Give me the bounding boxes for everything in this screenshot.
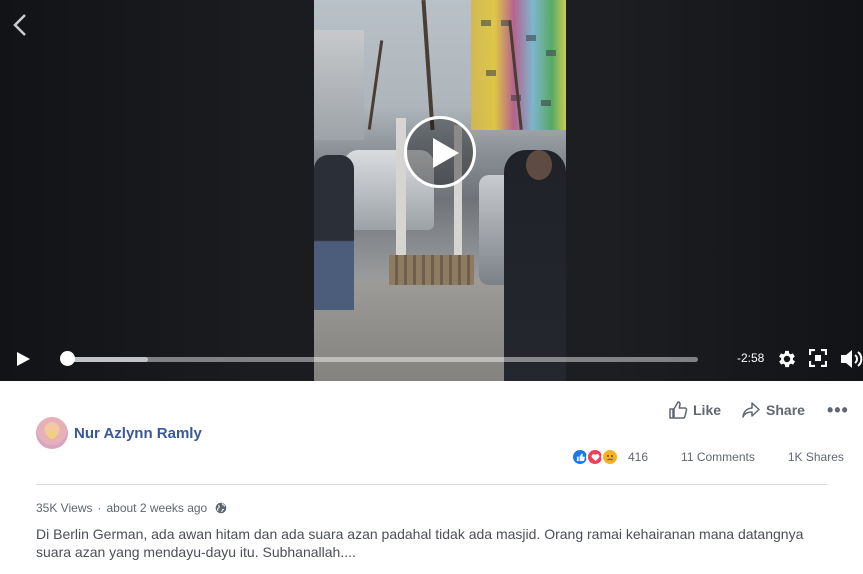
back-chevron-icon[interactable] [10,12,30,38]
avatar[interactable] [36,417,68,449]
play-icon[interactable] [14,350,32,368]
progress-track[interactable] [66,357,698,362]
post-meta: 35K Views · about 2 weeks ago [36,501,227,515]
scrubber-handle[interactable] [60,351,75,366]
video-controls: -2:58 [0,340,863,381]
like-label: Like [693,402,722,418]
reaction-count[interactable]: 416 [628,450,648,464]
post-author: Nur Azlynn Ramly [36,417,202,449]
share-button[interactable]: Share [741,400,805,420]
like-button[interactable]: Like [668,400,721,420]
post-actions: Like Share ••• [668,400,849,420]
divider [36,484,827,485]
view-count: 35K Views [36,501,93,515]
more-options-button[interactable]: ••• [827,401,849,419]
sad-icon [601,448,619,466]
volume-icon[interactable] [840,348,863,370]
author-name[interactable]: Nur Azlynn Ramly [74,425,202,442]
reaction-icons[interactable] [571,448,619,466]
post-description: Di Berlin German, ada awan hitam dan ada… [36,526,804,560]
thumbs-up-icon [669,401,688,419]
share-arrow-icon [742,402,760,418]
fullscreen-icon[interactable] [809,349,827,367]
post-time[interactable]: about 2 weeks ago [106,501,207,515]
shares-count[interactable]: 1K Shares [788,450,844,464]
time-remaining: -2:58 [737,351,765,365]
play-button-large[interactable] [404,116,476,188]
person-left [314,155,354,310]
post-stats: 416 11 Comments 1K Shares [571,448,844,466]
comments-count[interactable]: 11 Comments [681,450,755,464]
buffered-bar [66,357,149,362]
globe-icon[interactable] [215,502,227,514]
video-player[interactable]: -2:58 [0,0,863,381]
separator-dot: · [97,501,102,515]
gear-icon[interactable] [776,348,798,370]
video-frame [314,0,566,381]
share-label: Share [766,402,805,418]
